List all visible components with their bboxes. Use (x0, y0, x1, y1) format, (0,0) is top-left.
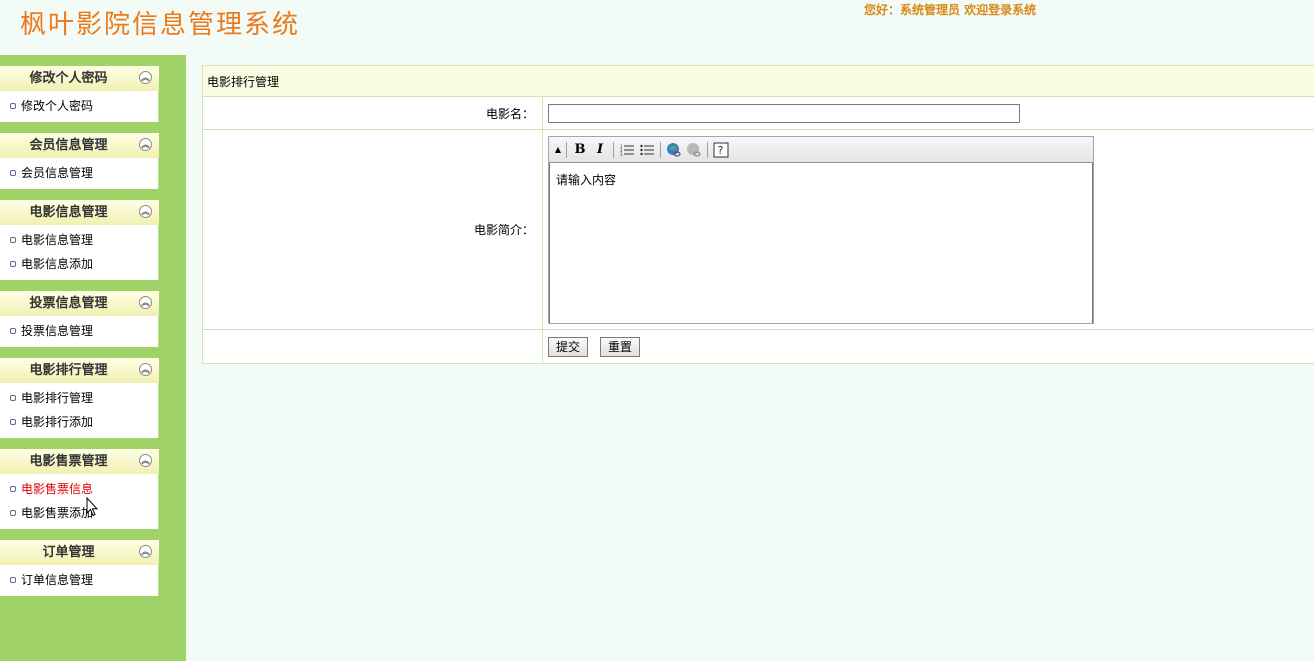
menu-item-label: 电影信息添加 (21, 257, 94, 271)
menu-header-label: 电影信息管理 (29, 205, 108, 220)
menu-header-label: 订单管理 (42, 545, 95, 560)
toolbar-separator (566, 141, 567, 158)
movie-intro-cell: ▲ B I 123 ? 请输入内容 (542, 129, 1314, 330)
bullet-icon (10, 576, 16, 583)
sidebar: 修改个人密码 ︽ 修改个人密码 会员信息管理 ︽ 会员信息管理 电影信息管理 ︽… (0, 55, 186, 661)
toolbar-separator (613, 141, 614, 158)
menu-header-label: 会员信息管理 (29, 138, 108, 153)
menu-item-movie-add[interactable]: 电影信息添加 (0, 252, 158, 276)
mouse-pointer-icon (86, 497, 98, 517)
menu-header-movies[interactable]: 电影信息管理 ︽ (0, 200, 159, 225)
bullet-icon (10, 102, 16, 109)
collapse-icon[interactable]: ︽ (139, 545, 152, 558)
menu-group-ranking: 电影排行管理 ︽ 电影排行管理 电影排行添加 (0, 358, 159, 438)
menu-item-member-manage[interactable]: 会员信息管理 (0, 161, 158, 185)
menu-header-ranking[interactable]: 电影排行管理 ︽ (0, 358, 159, 383)
svg-text:3: 3 (620, 152, 623, 156)
main-content: 电影排行管理 电影名： 电影简介： ▲ B I 123 ? 请输入内容 提交 重… (202, 65, 1314, 364)
editor-content-area[interactable]: 请输入内容 (549, 163, 1093, 323)
menu-body: 电影排行管理 电影排行添加 (0, 383, 159, 438)
menu-item-label: 电影售票信息 (21, 482, 94, 496)
svg-text:?: ? (718, 144, 724, 157)
menu-header-tickets[interactable]: 电影售票管理 ︽ (0, 449, 159, 474)
bullet-icon (10, 418, 16, 425)
menu-body: 电影信息管理 电影信息添加 (0, 225, 159, 280)
bulleted-list-icon[interactable] (637, 140, 657, 160)
menu-header-label: 修改个人密码 (29, 71, 108, 86)
menu-item-movie-manage[interactable]: 电影信息管理 (0, 228, 158, 252)
rich-text-editor: ▲ B I 123 ? 请输入内容 (548, 136, 1094, 324)
menu-group-orders: 订单管理 ︽ 订单信息管理 (0, 540, 159, 596)
menu-item-label: 订单信息管理 (21, 573, 94, 587)
menu-item-label: 修改个人密码 (21, 99, 94, 113)
menu-body: 修改个人密码 (0, 91, 159, 122)
bullet-icon (10, 260, 16, 267)
menu-group-tickets: 电影售票管理 ︽ 电影售票信息 电影售票添加 (0, 449, 159, 529)
bullet-icon (10, 485, 16, 492)
movie-name-label: 电影名： (202, 96, 543, 130)
toolbar-separator (707, 141, 708, 158)
menu-item-ranking-manage[interactable]: 电影排行管理 (0, 386, 158, 410)
bullet-icon (10, 169, 16, 176)
help-icon[interactable]: ? (711, 140, 731, 160)
menu-item-ranking-add[interactable]: 电影排行添加 (0, 410, 158, 434)
toolbar-separator (660, 141, 661, 158)
ranking-form: 电影排行管理 电影名： 电影简介： ▲ B I 123 ? 请输入内容 提交 重… (202, 65, 1314, 364)
menu-item-label: 电影信息管理 (21, 233, 94, 247)
menu-item-label: 会员信息管理 (21, 166, 94, 180)
collapse-icon[interactable]: ︽ (139, 205, 152, 218)
numbered-list-icon[interactable]: 123 (617, 140, 637, 160)
menu-group-votes: 投票信息管理 ︽ 投票信息管理 (0, 291, 159, 347)
collapse-icon[interactable]: ︽ (139, 363, 152, 376)
menu-group-movies: 电影信息管理 ︽ 电影信息管理 电影信息添加 (0, 200, 159, 280)
reset-button[interactable]: 重置 (600, 336, 641, 357)
bullet-icon (10, 236, 16, 243)
bullet-icon (10, 394, 16, 401)
movie-name-input[interactable] (548, 103, 1020, 123)
collapse-icon[interactable]: ︽ (139, 454, 152, 467)
menu-group-password: 修改个人密码 ︽ 修改个人密码 (0, 66, 159, 122)
menu-body: 电影售票信息 电影售票添加 (0, 474, 159, 529)
welcome-greeting: 您好：系统管理员 欢迎登录系统 (864, 3, 1037, 17)
menu-header-label: 电影售票管理 (29, 454, 108, 469)
menu-item-order-manage[interactable]: 订单信息管理 (0, 568, 158, 592)
site-title: 枫叶影院信息管理系统 (20, 10, 301, 40)
collapse-icon[interactable]: ︽ (139, 71, 152, 84)
menu-header-votes[interactable]: 投票信息管理 ︽ (0, 291, 159, 316)
bullet-icon (10, 509, 16, 516)
menu-group-members: 会员信息管理 ︽ 会员信息管理 (0, 133, 159, 189)
collapse-icon[interactable]: ︽ (139, 296, 152, 309)
collapse-icon[interactable]: ︽ (139, 138, 152, 151)
actions-cell: 提交 重置 (542, 329, 1314, 364)
menu-header-orders[interactable]: 订单管理 ︽ (0, 540, 159, 565)
menu-item-label: 电影售票添加 (21, 506, 94, 520)
menu-item-label: 投票信息管理 (21, 324, 94, 338)
menu-header-members[interactable]: 会员信息管理 ︽ (0, 133, 159, 158)
menu-header-label: 电影排行管理 (29, 363, 108, 378)
movie-name-cell (542, 96, 1314, 130)
menu-body: 会员信息管理 (0, 158, 159, 189)
menu-item-ticket-add[interactable]: 电影售票添加 (0, 501, 158, 525)
unlink-icon[interactable] (684, 140, 704, 160)
empty-label-cell (202, 329, 543, 364)
collapse-toolbar-icon[interactable]: ▲ (553, 140, 563, 160)
submit-button[interactable]: 提交 (548, 336, 589, 357)
menu-item-ticket-info[interactable]: 电影售票信息 (0, 477, 158, 501)
menu-header-password[interactable]: 修改个人密码 ︽ (0, 66, 159, 91)
italic-button[interactable]: I (590, 140, 610, 160)
menu-header-label: 投票信息管理 (29, 296, 108, 311)
menu-item-label: 电影排行添加 (21, 415, 94, 429)
menu-item-label: 电影排行管理 (21, 391, 94, 405)
movie-intro-label: 电影简介： (202, 129, 543, 330)
editor-toolbar: ▲ B I 123 ? (549, 137, 1093, 163)
bold-button[interactable]: B (570, 140, 590, 160)
form-title: 电影排行管理 (202, 65, 1314, 97)
menu-body: 投票信息管理 (0, 316, 159, 347)
insert-link-icon[interactable] (664, 140, 684, 160)
menu-item-vote-manage[interactable]: 投票信息管理 (0, 319, 158, 343)
menu-body: 订单信息管理 (0, 565, 159, 596)
menu-item-change-password[interactable]: 修改个人密码 (0, 94, 158, 118)
bullet-icon (10, 327, 16, 334)
